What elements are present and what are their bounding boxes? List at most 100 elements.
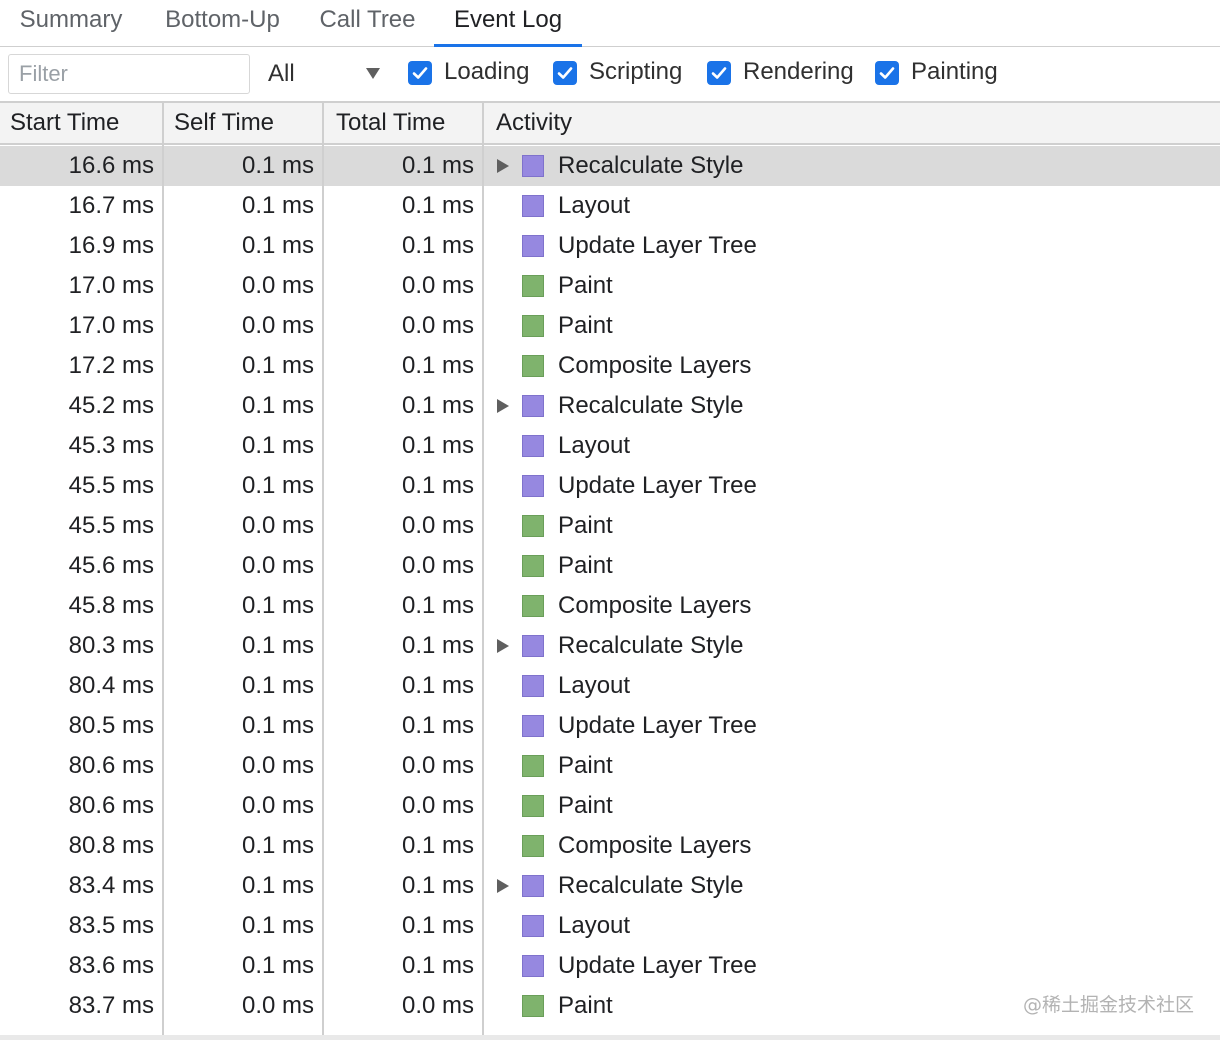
total-time-cell: 0.1 ms	[401, 672, 474, 699]
column-divider[interactable]	[322, 103, 324, 1040]
activity-cell: Composite Layers	[558, 592, 752, 619]
table-row[interactable]: 83.6 ms 0.1 ms 0.1 ms Update Layer Tree	[0, 946, 1220, 986]
activity-cell: Update Layer Tree	[558, 952, 757, 979]
table-row[interactable]: 80.6 ms 0.0 ms 0.0 ms Paint	[0, 786, 1220, 826]
activity-cell: Layout	[558, 912, 631, 939]
activity-cell: Paint	[558, 512, 613, 539]
total-time-cell: 0.1 ms	[401, 152, 474, 179]
activity-cell: Update Layer Tree	[558, 472, 757, 499]
tab-bottom-up[interactable]: Bottom-Up	[145, 0, 300, 46]
scripting-category-swatch	[522, 195, 544, 217]
table-row[interactable]: 16.9 ms 0.1 ms 0.1 ms Update Layer Tree	[0, 226, 1220, 266]
expand-arrow-icon[interactable]	[497, 639, 509, 653]
table-row[interactable]: 80.8 ms 0.1 ms 0.1 ms Composite Layers	[0, 826, 1220, 866]
self-time-cell: 0.0 ms	[241, 752, 314, 779]
table-row[interactable]: 80.6 ms 0.0 ms 0.0 ms Paint	[0, 746, 1220, 786]
checkbox-loading-label: Loading	[444, 58, 530, 85]
table-row[interactable]: 45.2 ms 0.1 ms 0.1 ms Recalculate Style	[0, 386, 1220, 426]
table-row[interactable]: 45.6 ms 0.0 ms 0.0 ms Paint	[0, 546, 1220, 586]
activity-cell: Composite Layers	[558, 352, 752, 379]
self-time-cell: 0.1 ms	[241, 672, 314, 699]
self-time-cell: 0.0 ms	[241, 992, 314, 1019]
self-time-cell: 0.1 ms	[241, 232, 314, 259]
total-time-cell: 0.1 ms	[401, 232, 474, 259]
total-time-cell: 0.0 ms	[401, 752, 474, 779]
checkbox-checked-icon	[875, 61, 899, 85]
scripting-category-swatch	[522, 875, 544, 897]
self-time-cell: 0.0 ms	[241, 792, 314, 819]
start-time-cell: 16.9 ms	[68, 232, 154, 259]
activity-cell: Layout	[558, 672, 631, 699]
checkbox-checked-icon	[553, 61, 577, 85]
total-time-cell: 0.1 ms	[401, 632, 474, 659]
self-time-cell: 0.1 ms	[241, 592, 314, 619]
table-row[interactable]: 83.5 ms 0.1 ms 0.1 ms Layout	[0, 906, 1220, 946]
scripting-category-swatch	[522, 395, 544, 417]
total-time-cell: 0.1 ms	[401, 392, 474, 419]
table-row[interactable]: 45.8 ms 0.1 ms 0.1 ms Composite Layers	[0, 586, 1220, 626]
expand-arrow-icon[interactable]	[497, 399, 509, 413]
activity-cell: Paint	[558, 752, 613, 779]
watermark: @稀土掘金技术社区	[1022, 994, 1194, 1016]
table-row[interactable]: 45.5 ms 0.0 ms 0.0 ms Paint	[0, 506, 1220, 546]
painting-category-swatch	[522, 995, 544, 1017]
column-header-start-time[interactable]: Start Time	[0, 103, 163, 143]
self-time-cell: 0.1 ms	[241, 912, 314, 939]
self-time-cell: 0.1 ms	[241, 472, 314, 499]
column-header-activity[interactable]: Activity	[486, 103, 1216, 143]
self-time-cell: 0.0 ms	[241, 512, 314, 539]
column-divider[interactable]	[162, 103, 164, 1040]
filter-input[interactable]	[8, 54, 250, 94]
total-time-cell: 0.1 ms	[401, 352, 474, 379]
table-row[interactable]: 83.4 ms 0.1 ms 0.1 ms Recalculate Style	[0, 866, 1220, 906]
column-divider[interactable]	[482, 103, 484, 1040]
self-time-cell: 0.1 ms	[241, 872, 314, 899]
scripting-category-swatch	[522, 635, 544, 657]
tab-summary[interactable]: Summary	[2, 0, 140, 46]
activity-cell: Paint	[558, 992, 613, 1019]
table-row[interactable]: 80.3 ms 0.1 ms 0.1 ms Recalculate Style	[0, 626, 1220, 666]
start-time-cell: 17.2 ms	[68, 352, 154, 379]
tab-event-log[interactable]: Event Log	[434, 0, 582, 47]
tab-call-tree[interactable]: Call Tree	[305, 0, 430, 46]
table-row[interactable]: 16.7 ms 0.1 ms 0.1 ms Layout	[0, 186, 1220, 226]
duration-filter-select[interactable]: All	[268, 54, 390, 94]
start-time-cell: 80.6 ms	[68, 752, 154, 779]
painting-category-swatch	[522, 795, 544, 817]
start-time-cell: 45.6 ms	[68, 552, 154, 579]
painting-category-swatch	[522, 595, 544, 617]
self-time-cell: 0.1 ms	[241, 432, 314, 459]
painting-category-swatch	[522, 835, 544, 857]
table-row[interactable]: 80.5 ms 0.1 ms 0.1 ms Update Layer Tree	[0, 706, 1220, 746]
expand-arrow-icon[interactable]	[497, 159, 509, 173]
total-time-cell: 0.1 ms	[401, 592, 474, 619]
table-row[interactable]: 17.0 ms 0.0 ms 0.0 ms Paint	[0, 266, 1220, 306]
duration-filter-value: All	[268, 60, 295, 87]
checkbox-scripting-label: Scripting	[589, 58, 683, 85]
table-row[interactable]: 45.5 ms 0.1 ms 0.1 ms Update Layer Tree	[0, 466, 1220, 506]
table-row[interactable]: 80.4 ms 0.1 ms 0.1 ms Layout	[0, 666, 1220, 706]
total-time-cell: 0.0 ms	[401, 312, 474, 339]
event-log-toolbar: All Loading Scripting Rendering Pain	[0, 47, 1220, 103]
scripting-category-swatch	[522, 675, 544, 697]
column-header-self-time[interactable]: Self Time	[164, 103, 324, 143]
table-row[interactable]: 45.3 ms 0.1 ms 0.1 ms Layout	[0, 426, 1220, 466]
scripting-category-swatch	[522, 155, 544, 177]
total-time-cell: 0.0 ms	[401, 272, 474, 299]
column-header-total-time[interactable]: Total Time	[326, 103, 484, 143]
painting-category-swatch	[522, 555, 544, 577]
painting-category-swatch	[522, 515, 544, 537]
painting-category-swatch	[522, 355, 544, 377]
painting-category-swatch	[522, 755, 544, 777]
table-row[interactable]: 17.0 ms 0.0 ms 0.0 ms Paint	[0, 306, 1220, 346]
start-time-cell: 80.8 ms	[68, 832, 154, 859]
self-time-cell: 0.1 ms	[241, 952, 314, 979]
start-time-cell: 16.7 ms	[68, 192, 154, 219]
panel-bottom-edge	[0, 1035, 1220, 1040]
performance-panel: Summary Bottom-Up Call Tree Event Log Al…	[0, 0, 1220, 1040]
total-time-cell: 0.1 ms	[401, 472, 474, 499]
expand-arrow-icon[interactable]	[497, 879, 509, 893]
start-time-cell: 17.0 ms	[68, 312, 154, 339]
table-row[interactable]: 17.2 ms 0.1 ms 0.1 ms Composite Layers	[0, 346, 1220, 386]
table-row[interactable]: 16.6 ms 0.1 ms 0.1 ms Recalculate Style	[0, 146, 1220, 186]
